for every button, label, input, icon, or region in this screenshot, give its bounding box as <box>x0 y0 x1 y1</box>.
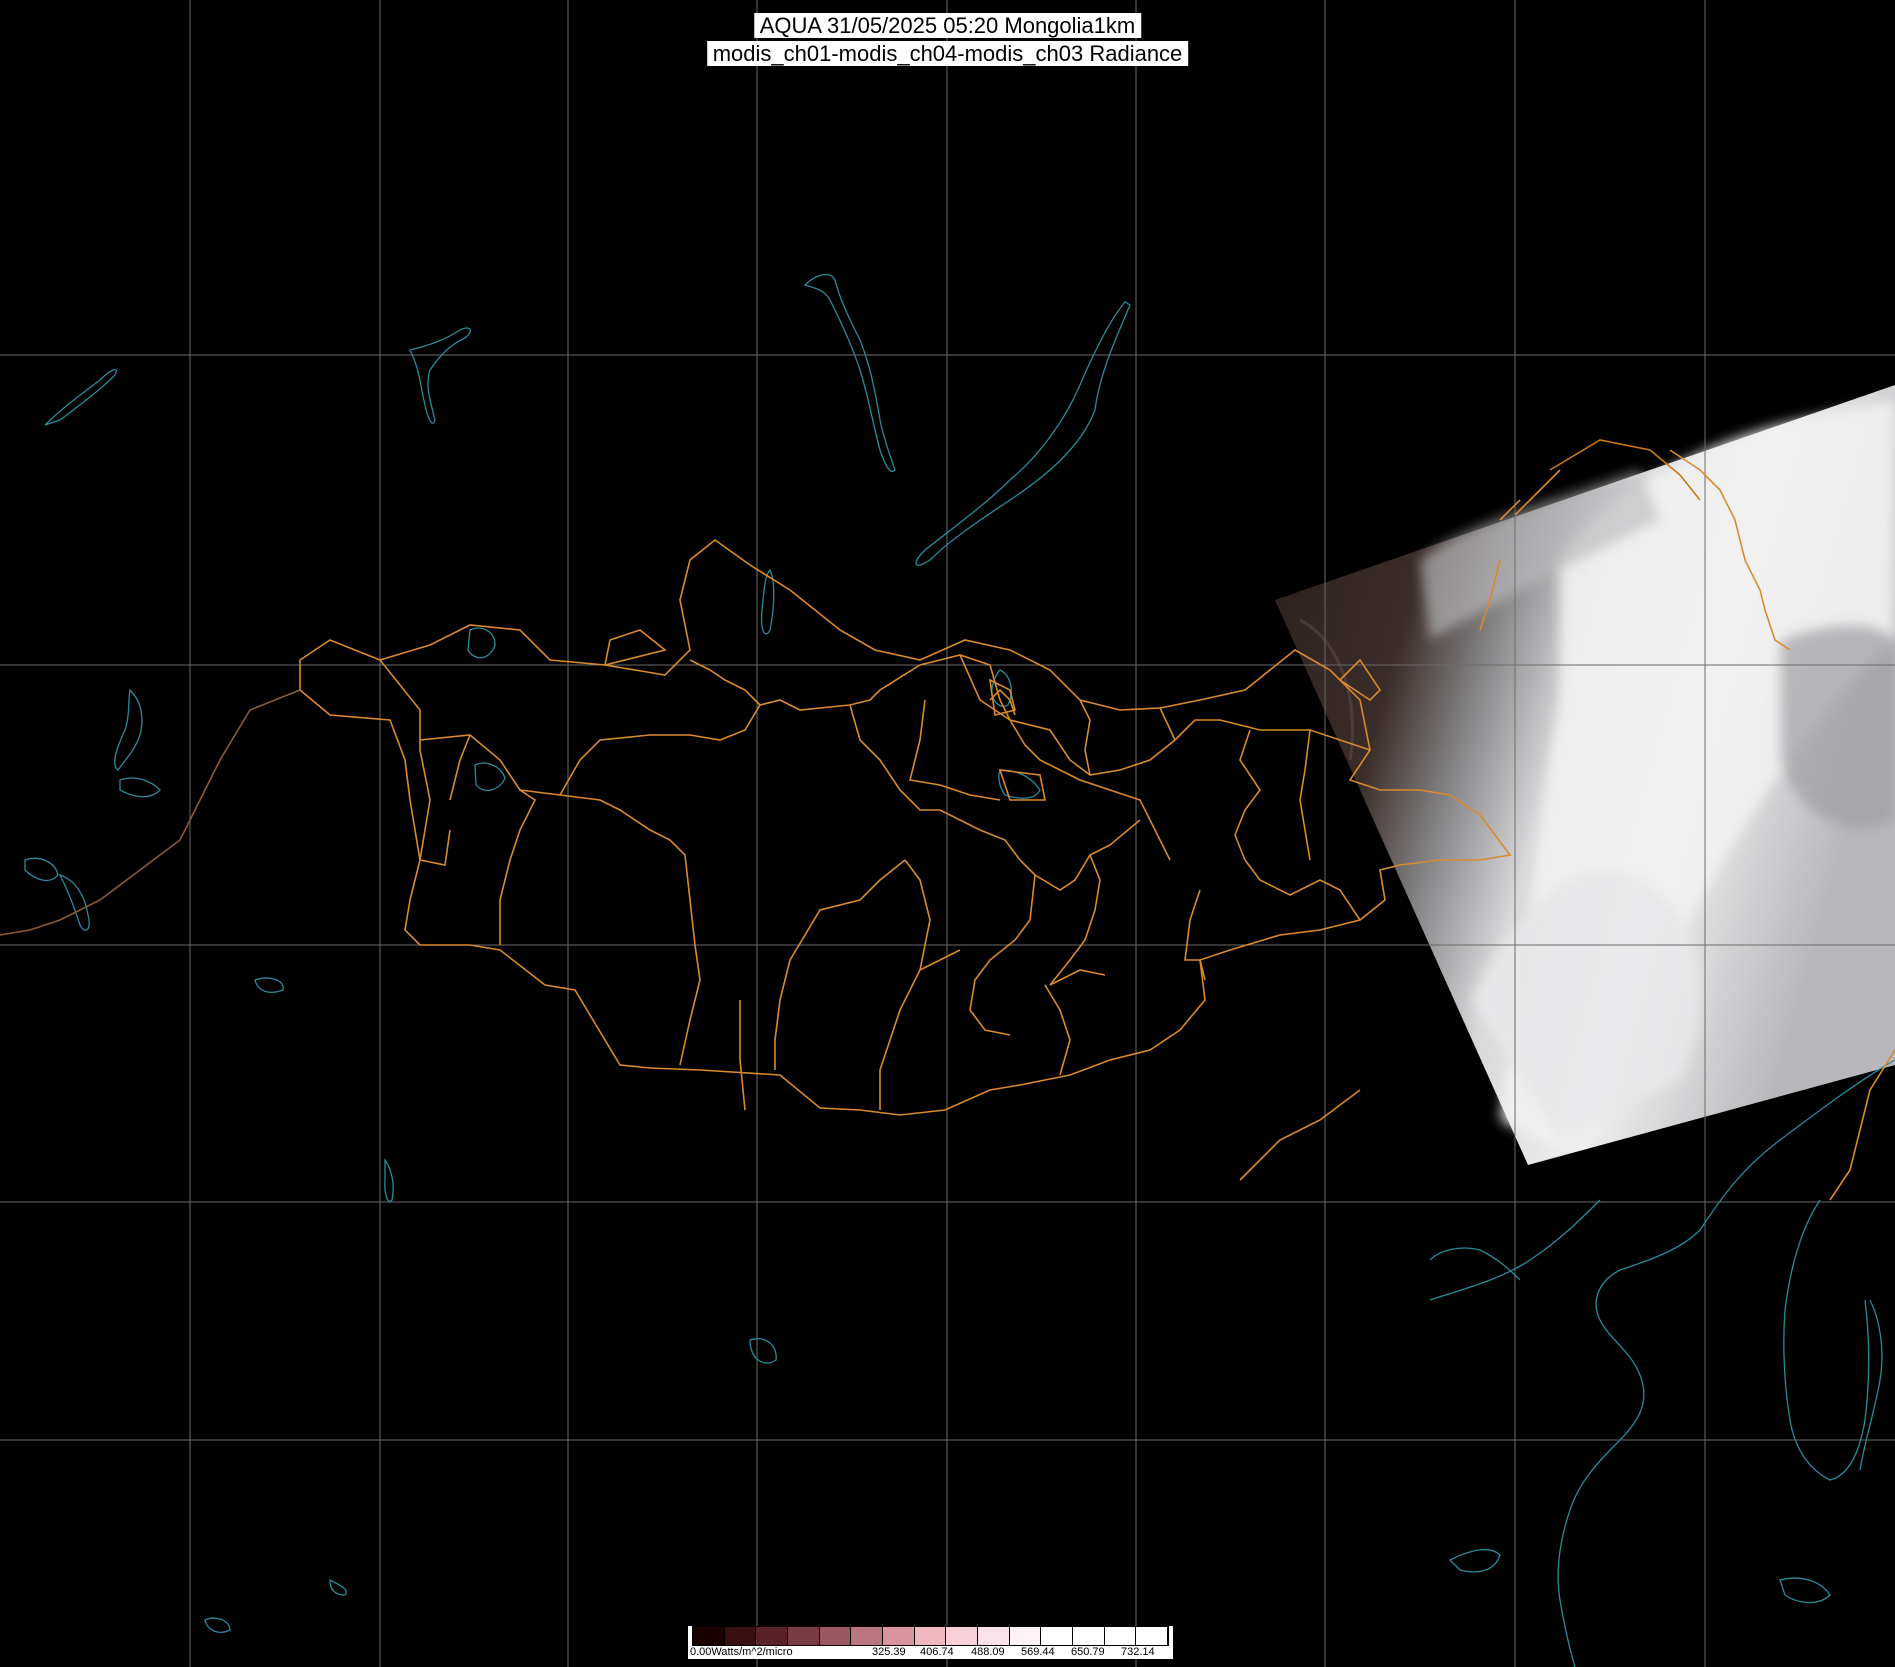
colorbar-tick-label: 650.79 <box>1071 1646 1105 1658</box>
colorbar-tick-label: 406.74 <box>920 1646 954 1658</box>
colorbar-tick-label: 732.14 <box>1121 1646 1155 1658</box>
colorbar-segment <box>978 1627 1010 1645</box>
colorbar-segment <box>756 1627 789 1645</box>
colorbar-segment <box>1136 1627 1169 1645</box>
map-canvas <box>0 0 1895 1667</box>
colorbar-tick-label: 569.44 <box>1021 1646 1055 1658</box>
colorbar-segment <box>851 1627 884 1645</box>
map-title-line-1: AQUA 31/05/2025 05:20 Mongolia1km <box>753 13 1142 38</box>
colorbar-segment <box>1041 1627 1074 1645</box>
colorbar-labels: 0.00Watts/m^2/micro 325.39 406.74 488.09… <box>688 1646 1173 1659</box>
colorbar-ramp <box>692 1626 1169 1646</box>
colorbar-segment <box>819 1627 852 1645</box>
colorbar-tick-label: 325.39 <box>872 1646 906 1658</box>
colorbar-min-label: 0.00Watts/m^2/micro <box>690 1646 793 1658</box>
satellite-swath <box>1275 385 1895 1165</box>
colorbar-tick-label: 488.09 <box>971 1646 1005 1658</box>
colorbar-segment <box>724 1627 757 1645</box>
colorbar-segment <box>1009 1627 1042 1645</box>
colorbar-segment <box>693 1627 725 1645</box>
map-title-line-2: modis_ch01-modis_ch04-modis_ch03 Radianc… <box>706 41 1189 66</box>
colorbar-segment <box>946 1627 979 1645</box>
colorbar-segment <box>1104 1627 1137 1645</box>
colorbar-segment <box>1073 1627 1105 1645</box>
map-view: AQUA 31/05/2025 05:20 Mongolia1km modis_… <box>0 0 1895 1667</box>
colorbar-segment <box>914 1627 947 1645</box>
colorbar-segment <box>788 1627 820 1645</box>
colorbar-legend: 0.00Watts/m^2/micro 325.39 406.74 488.09… <box>688 1626 1173 1659</box>
colorbar-segment <box>883 1627 915 1645</box>
